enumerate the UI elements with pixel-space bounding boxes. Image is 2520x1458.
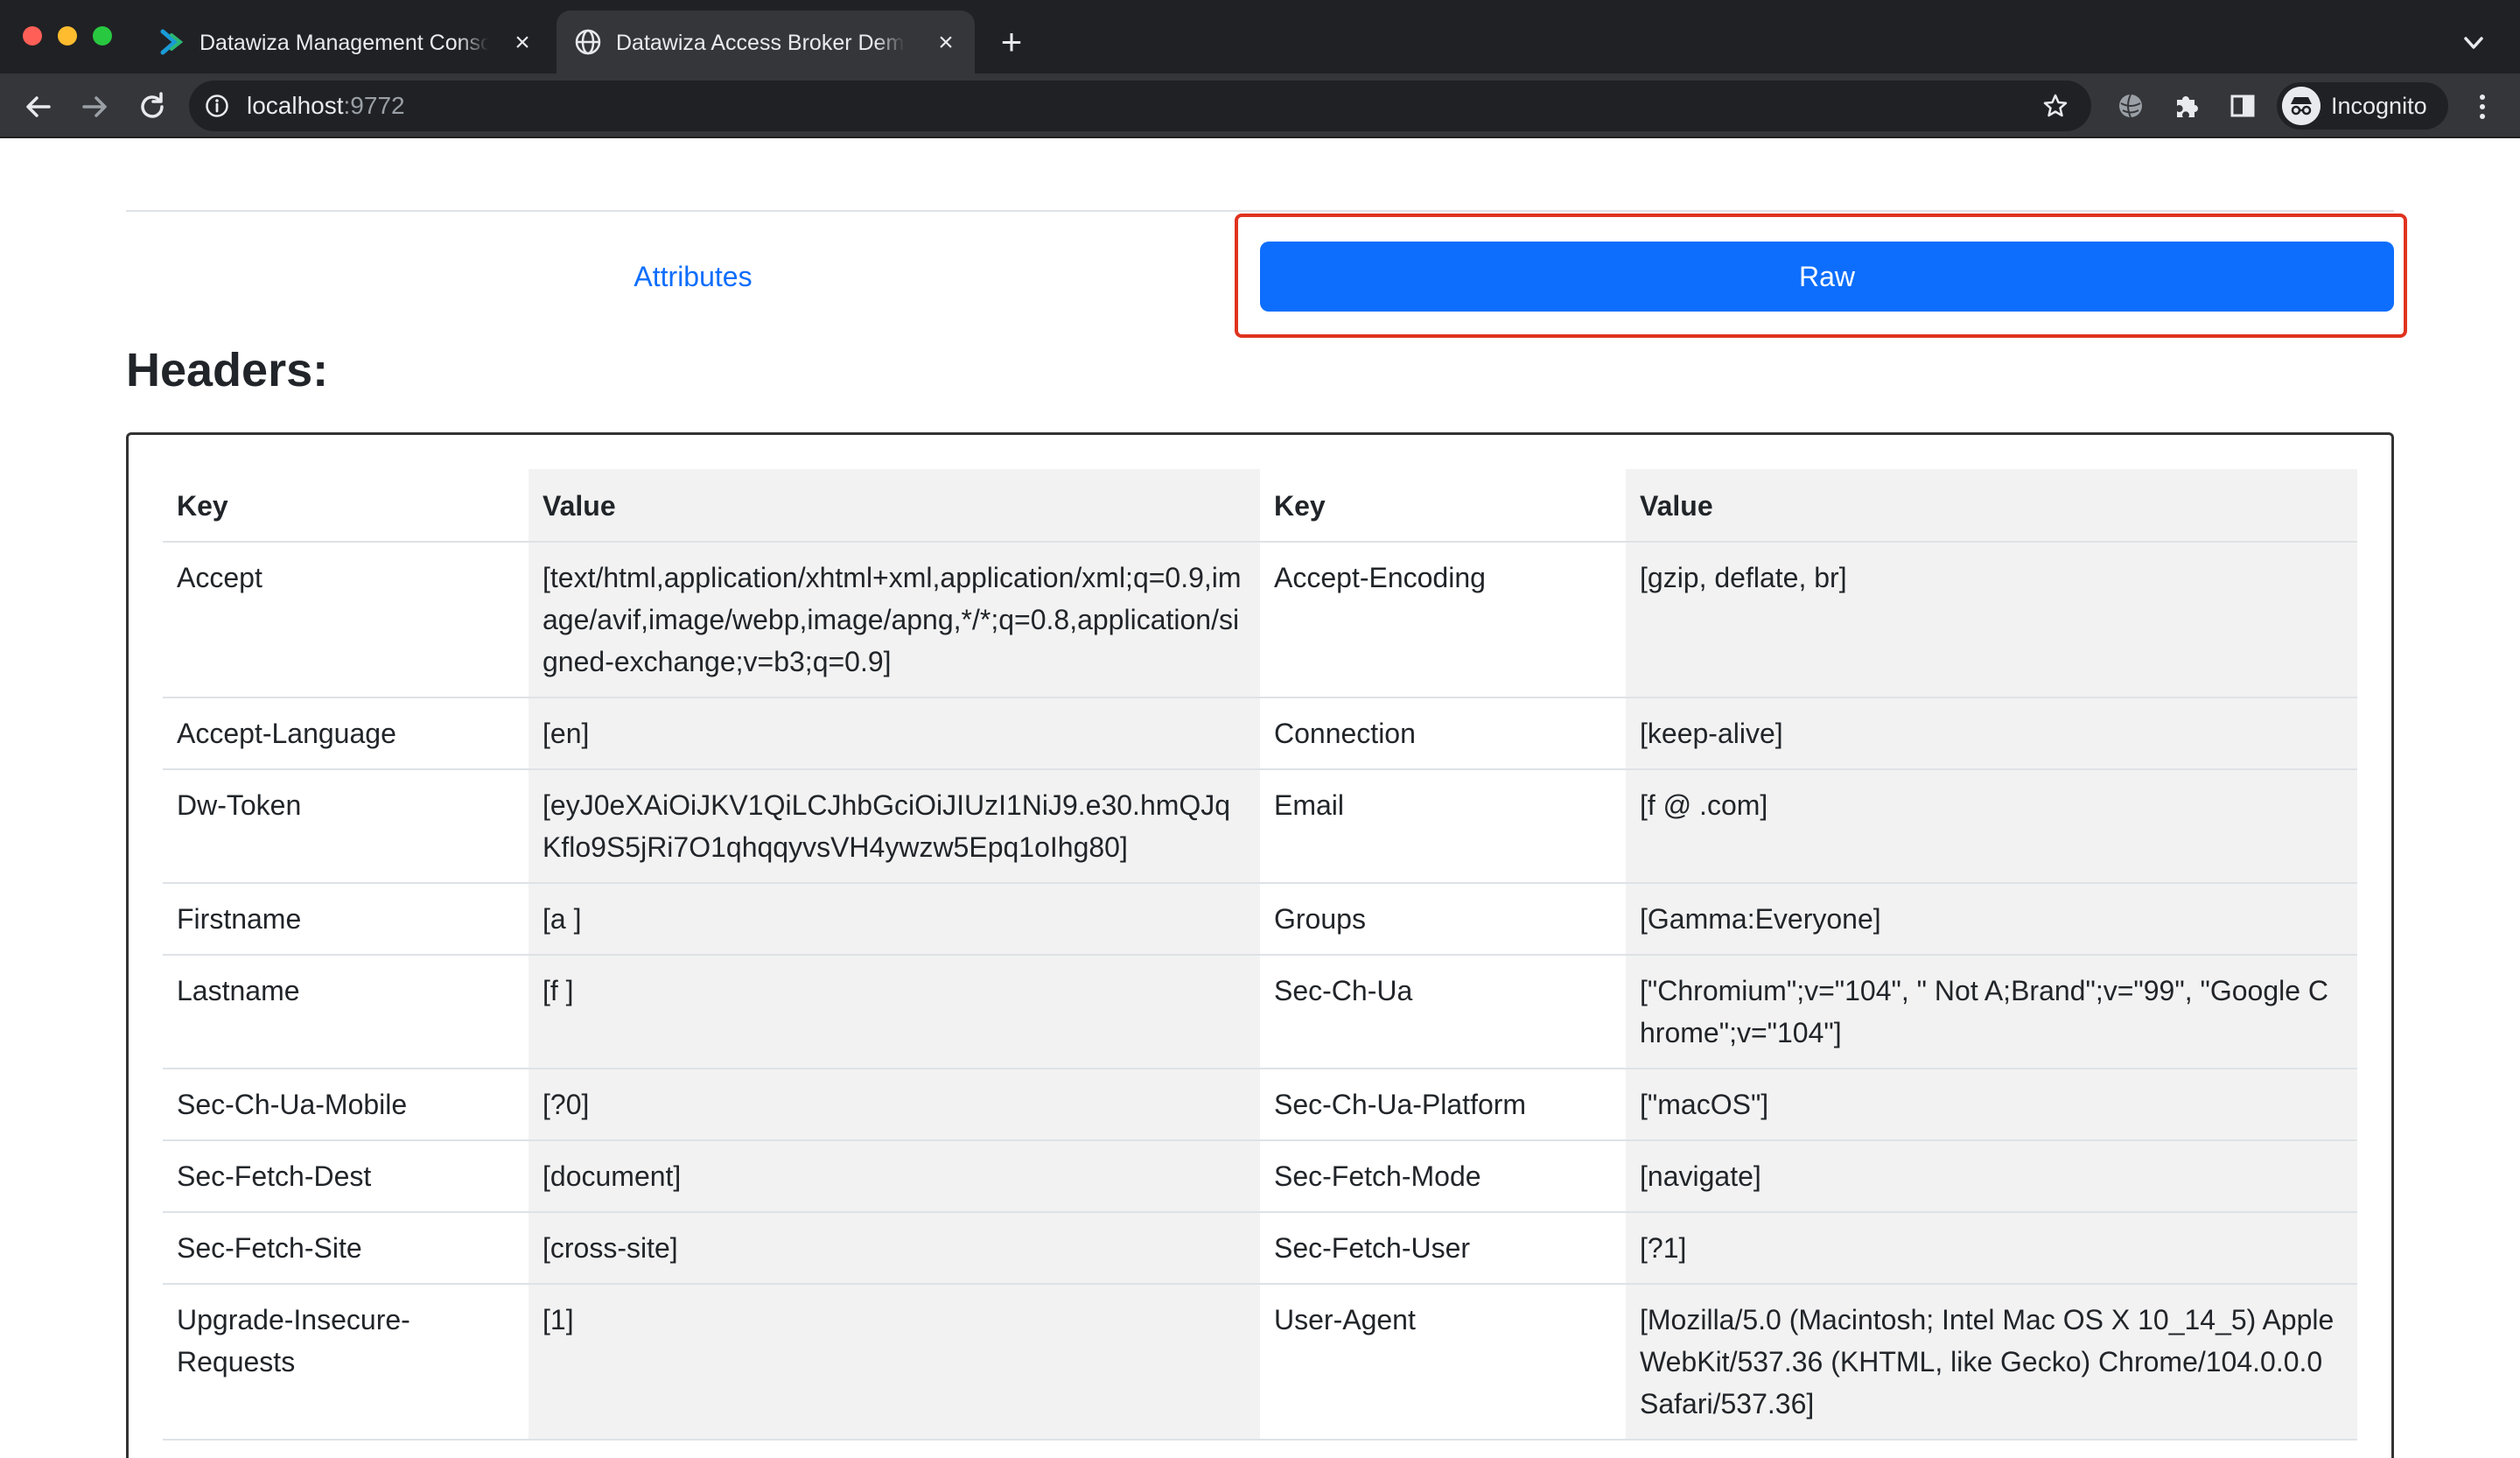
header-key-cell: Sec-Ch-Ua [1260, 955, 1626, 1069]
tab-title: Datawiza Management Console [200, 28, 488, 58]
table-header-row: Key Value Key Value [163, 469, 2357, 543]
header-value-cell: [eyJ0eXAiOiJKV1QiLCJhbGciOiJIUzI1NiJ9.e3… [528, 769, 1260, 884]
table-row: Accept [text/html,application/xhtml+xml,a… [163, 542, 2357, 698]
table-row: Lastname [f ] Sec-Ch-Ua ["Chromium";v="104"… [163, 955, 2357, 1069]
header-key-cell: User-Agent [1260, 1284, 1626, 1440]
headers-table-body: Accept [text/html,application/xhtml+xml,a… [163, 542, 2357, 1440]
info-icon[interactable] [205, 94, 229, 118]
header-key-cell: Lastname [163, 955, 528, 1069]
reload-icon[interactable] [135, 89, 170, 124]
browser-tab-strip: Datawiza Management Console × Datawiza A… [0, 0, 2520, 74]
header-key-cell: Accept [163, 542, 528, 698]
view-tabs-divider [126, 210, 2394, 212]
header-value-cell: [Mozilla/5.0 (Macintosh; Intel Mac OS X … [1626, 1284, 2357, 1440]
extension-globe-icon[interactable] [2116, 91, 2146, 121]
header-value-cell: [document] [528, 1140, 1260, 1213]
header-value-cell: [?1] [1626, 1212, 2357, 1285]
header-value-cell: [cross-site] [528, 1212, 1260, 1285]
header-value-cell: [a ] [528, 883, 1260, 956]
column-header-key: Key [163, 469, 528, 543]
column-header-value: Value [528, 469, 1260, 543]
column-header-value: Value [1626, 469, 2357, 543]
extensions-puzzle-icon[interactable] [2172, 91, 2202, 121]
header-key-cell: Sec-Ch-Ua-Platform [1260, 1069, 1626, 1141]
header-key-cell: Firstname [163, 883, 528, 956]
headers-table: Key Value Key Value Accept [text/html,app… [163, 469, 2357, 1440]
url-port: :9772 [343, 92, 405, 119]
header-value-cell: [1] [528, 1284, 1260, 1440]
header-key-cell: Connection [1260, 697, 1626, 770]
chevron-down-icon[interactable] [2460, 30, 2487, 56]
table-row: Sec-Ch-Ua-Mobile [?0] Sec-Ch-Ua-Platform ["… [163, 1069, 2357, 1141]
header-value-cell: [f ] [528, 955, 1260, 1069]
address-bar[interactable]: localhost:9772 [189, 81, 2091, 131]
datawiza-logo-icon [160, 29, 184, 55]
header-key-cell: Accept-Language [163, 697, 528, 770]
url-host: localhost [247, 92, 344, 119]
header-key-cell: Groups [1260, 883, 1626, 956]
browser-toolbar: localhost:9772 Incognito [0, 74, 2520, 138]
table-row: Dw-Token [eyJ0eXAiOiJKV1QiLCJhbGciOiJIUzI… [163, 769, 2357, 884]
bookmark-star-icon[interactable] [2042, 93, 2068, 119]
incognito-label: Incognito [2331, 93, 2427, 119]
header-key-cell: Dw-Token [163, 769, 528, 884]
header-key-cell: Upgrade-Insecure-Requests [163, 1284, 528, 1440]
url-text: localhost:9772 [247, 91, 405, 121]
close-tab-icon[interactable]: × [508, 28, 537, 58]
close-tab-icon[interactable]: × [931, 28, 961, 58]
tab-title: Datawiza Access Broker Demo [616, 28, 905, 58]
header-value-cell: [navigate] [1626, 1140, 2357, 1213]
header-value-cell: ["macOS"] [1626, 1069, 2357, 1141]
browser-tab-access-broker-demo[interactable]: Datawiza Access Broker Demo × [556, 11, 975, 74]
header-value-cell: [gzip, deflate, br] [1626, 542, 2357, 698]
incognito-icon [2282, 87, 2320, 125]
tab-raw[interactable]: Raw [1260, 242, 2394, 312]
new-tab-button[interactable]: + [994, 24, 1029, 60]
globe-icon [575, 29, 601, 55]
header-key-cell: Accept-Encoding [1260, 542, 1626, 698]
header-key-cell: Sec-Fetch-User [1260, 1212, 1626, 1285]
header-value-cell: ["Chromium";v="104", " Not A;Brand";v="9… [1626, 955, 2357, 1069]
headers-heading: Headers: [126, 344, 329, 396]
browser-tab-management-console[interactable]: Datawiza Management Console × [140, 11, 551, 74]
table-row: Accept-Language [en] Connection [keep-alive… [163, 697, 2357, 770]
header-key-cell: Sec-Fetch-Mode [1260, 1140, 1626, 1213]
table-row: Sec-Fetch-Site [cross-site] Sec-Fetch-User… [163, 1212, 2357, 1285]
header-value-cell: [text/html,application/xhtml+xml,applica… [528, 542, 1260, 698]
header-key-cell: Email [1260, 769, 1626, 884]
header-key-cell: Sec-Ch-Ua-Mobile [163, 1069, 528, 1141]
header-value-cell: [en] [528, 697, 1260, 770]
header-key-cell: Sec-Fetch-Site [163, 1212, 528, 1285]
column-header-key: Key [1260, 469, 1626, 543]
side-panel-icon[interactable] [2228, 91, 2258, 121]
table-row: Sec-Fetch-Dest [document] Sec-Fetch-Mode [n… [163, 1140, 2357, 1213]
back-arrow-icon[interactable] [21, 89, 56, 124]
table-row: Firstname [a ] Groups [Gamma:Everyone] [163, 883, 2357, 956]
window-minimize-button[interactable] [58, 26, 77, 46]
header-value-cell: [Gamma:Everyone] [1626, 883, 2357, 956]
table-row: Upgrade-Insecure-Requests [1] User-Agent [M… [163, 1284, 2357, 1440]
forward-arrow-icon[interactable] [77, 89, 112, 124]
window-close-button[interactable] [23, 26, 42, 46]
incognito-profile-button[interactable]: Incognito [2277, 82, 2448, 130]
header-key-cell: Sec-Fetch-Dest [163, 1140, 528, 1213]
header-value-cell: [keep-alive] [1626, 697, 2357, 770]
tab-attributes[interactable]: Attributes [126, 242, 1260, 312]
header-value-cell: [f @ .com] [1626, 769, 2357, 884]
header-value-cell: [?0] [528, 1069, 1260, 1141]
more-menu-icon[interactable] [2469, 89, 2496, 124]
window-zoom-button[interactable] [93, 26, 112, 46]
